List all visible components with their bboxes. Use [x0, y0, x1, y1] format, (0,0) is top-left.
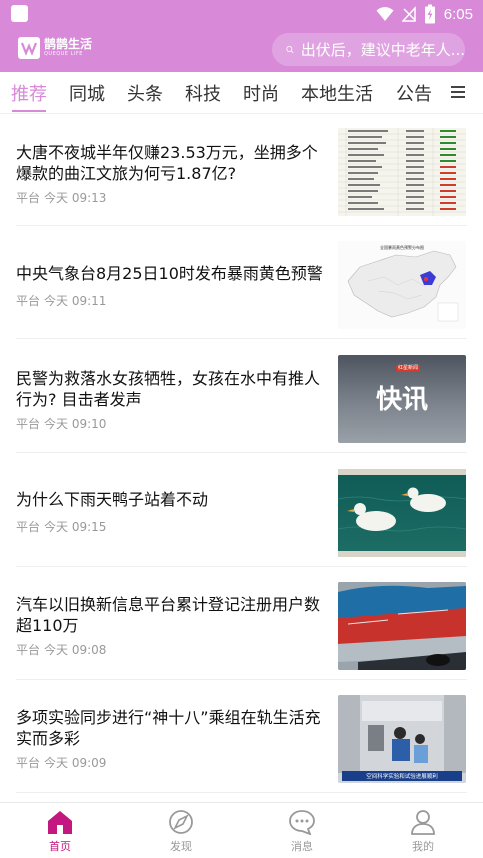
news-title: 中央气象台8月25日10时发布暴雨黄色预警 [16, 264, 323, 283]
tab-local-life[interactable]: 本地生活 [301, 80, 373, 106]
news-time: 今天 09:15 [44, 520, 107, 534]
tab-headlines[interactable]: 头条 [127, 80, 163, 106]
logo-subtitle: QUEQUE LIFE [44, 51, 83, 57]
wifi-icon [376, 7, 394, 21]
app-header: 鹊鹊生活 QUEQUE LIFE 出伏后，建议中老年人... [0, 28, 483, 72]
nav-label: 我的 [412, 840, 434, 853]
compass-icon [169, 810, 193, 834]
category-tabs: 推荐 同城 头条 科技 时尚 本地生活 公告 [0, 72, 483, 114]
news-meta: 平台 今天 09:09 [16, 754, 106, 771]
news-title: 民警为救落水女孩牺牲，女孩在水中有推人行为? 目击者发声 [16, 369, 321, 409]
news-item[interactable]: 中央气象台8月25日10时发布暴雨黄色预警 平台 今天 09:11 全国暴雨黄色预… [0, 227, 483, 339]
active-tab-indicator [12, 110, 46, 112]
news-tag: 红星新闻 [396, 365, 421, 372]
divider [16, 225, 467, 226]
tab-announcement[interactable]: 公告 [396, 80, 432, 106]
home-icon [48, 811, 72, 834]
news-meta: 平台 今天 09:08 [16, 641, 106, 658]
tab-fashion[interactable]: 时尚 [243, 80, 279, 106]
news-thumbnail-cars [338, 582, 466, 670]
news-time: 今天 09:11 [44, 294, 107, 308]
search-icon [286, 46, 294, 54]
news-source: 平台 [16, 191, 41, 205]
news-source: 平台 [16, 417, 41, 431]
nav-profile[interactable]: 我的 [393, 809, 453, 854]
app-logo: 鹊鹊生活 QUEQUE LIFE [18, 37, 92, 59]
bottom-navigation: 首页 发现 消息 我的 [0, 802, 483, 858]
news-thumbnail-flash: 红星新闻 快讯 [338, 355, 466, 443]
battery-icon [424, 4, 435, 24]
nav-messages[interactable]: 消息 [272, 809, 332, 854]
news-item[interactable]: 大唐不夜城半年仅赚23.53万元，坐拥多个爆款的曲江文旅为何亏1.87亿? 平台… [0, 114, 483, 226]
news-meta: 平台 今天 09:10 [16, 415, 106, 432]
news-source: 平台 [16, 643, 41, 657]
divider [16, 566, 467, 567]
news-title: 为什么下雨天鸭子站着不动 [16, 490, 209, 509]
news-thumbnail-table-chart [338, 128, 466, 216]
news-item[interactable]: 为什么下雨天鸭子站着不动 平台 今天 09:15 [0, 455, 483, 567]
divider [16, 792, 467, 793]
news-title: 汽车以旧换新信息平台累计登记注册用户数超110万 [16, 595, 321, 635]
notification-icon [11, 5, 28, 22]
divider [16, 338, 467, 339]
news-meta: 平台 今天 09:11 [16, 292, 106, 309]
tab-recommend[interactable]: 推荐 [11, 80, 47, 106]
search-input[interactable]: 出伏后，建议中老年人... [272, 33, 465, 66]
news-title: 多项实验同步进行“神十八”乘组在轨生活充实而多彩 [16, 708, 321, 748]
divider [16, 679, 467, 680]
logo-name: 鹊鹊生活 [44, 37, 93, 51]
news-title: 大唐不夜城半年仅赚23.53万元，坐拥多个爆款的曲江文旅为何亏1.87亿? [16, 143, 318, 183]
divider [16, 452, 467, 453]
news-item[interactable]: 汽车以旧换新信息平台累计登记注册用户数超110万 平台 今天 09:08 [0, 568, 483, 680]
news-source: 平台 [16, 294, 41, 308]
news-item[interactable]: 民警为救落水女孩牺牲，女孩在水中有推人行为? 目击者发声 平台 今天 09:10 … [0, 341, 483, 453]
nav-home[interactable]: 首页 [30, 809, 90, 854]
news-time: 今天 09:09 [44, 756, 107, 770]
news-source: 平台 [16, 520, 41, 534]
news-thumbnail-space-station: 空间科学实验和试验进展顺利 [338, 695, 466, 783]
logo-mark-icon [18, 37, 40, 59]
news-item[interactable]: 多项实验同步进行“神十八”乘组在轨生活充实而多彩 平台 今天 09:09 空间科学… [0, 681, 483, 793]
status-bar: 6:05 [0, 0, 483, 28]
menu-icon[interactable] [450, 84, 466, 100]
news-time: 今天 09:08 [44, 643, 107, 657]
news-meta: 平台 今天 09:15 [16, 518, 106, 535]
news-meta: 平台 今天 09:13 [16, 189, 106, 206]
news-thumbnail-ducks [338, 469, 466, 557]
user-icon [411, 810, 435, 835]
nav-label: 消息 [291, 840, 313, 853]
caption-banner: 空间科学实验和试验进展顺利 [366, 772, 438, 780]
news-time: 今天 09:10 [44, 417, 107, 431]
nav-label: 发现 [170, 840, 192, 853]
search-placeholder: 出伏后，建议中老年人... [300, 41, 465, 59]
news-time: 今天 09:13 [44, 191, 107, 205]
status-time: 6:05 [443, 5, 473, 23]
news-thumbnail-weather-map: 全国暴雨黄色预警分布图 [338, 241, 466, 329]
no-signal-icon [401, 6, 416, 22]
nav-discover[interactable]: 发现 [151, 809, 211, 854]
news-source: 平台 [16, 756, 41, 770]
map-caption: 全国暴雨黄色预警分布图 [380, 244, 424, 250]
tab-local-city[interactable]: 同城 [69, 80, 105, 106]
flash-text: 快讯 [375, 385, 428, 415]
status-icons: 6:05 [376, 3, 473, 25]
message-icon [289, 810, 315, 835]
nav-label: 首页 [49, 840, 71, 853]
tab-tech[interactable]: 科技 [185, 80, 221, 106]
